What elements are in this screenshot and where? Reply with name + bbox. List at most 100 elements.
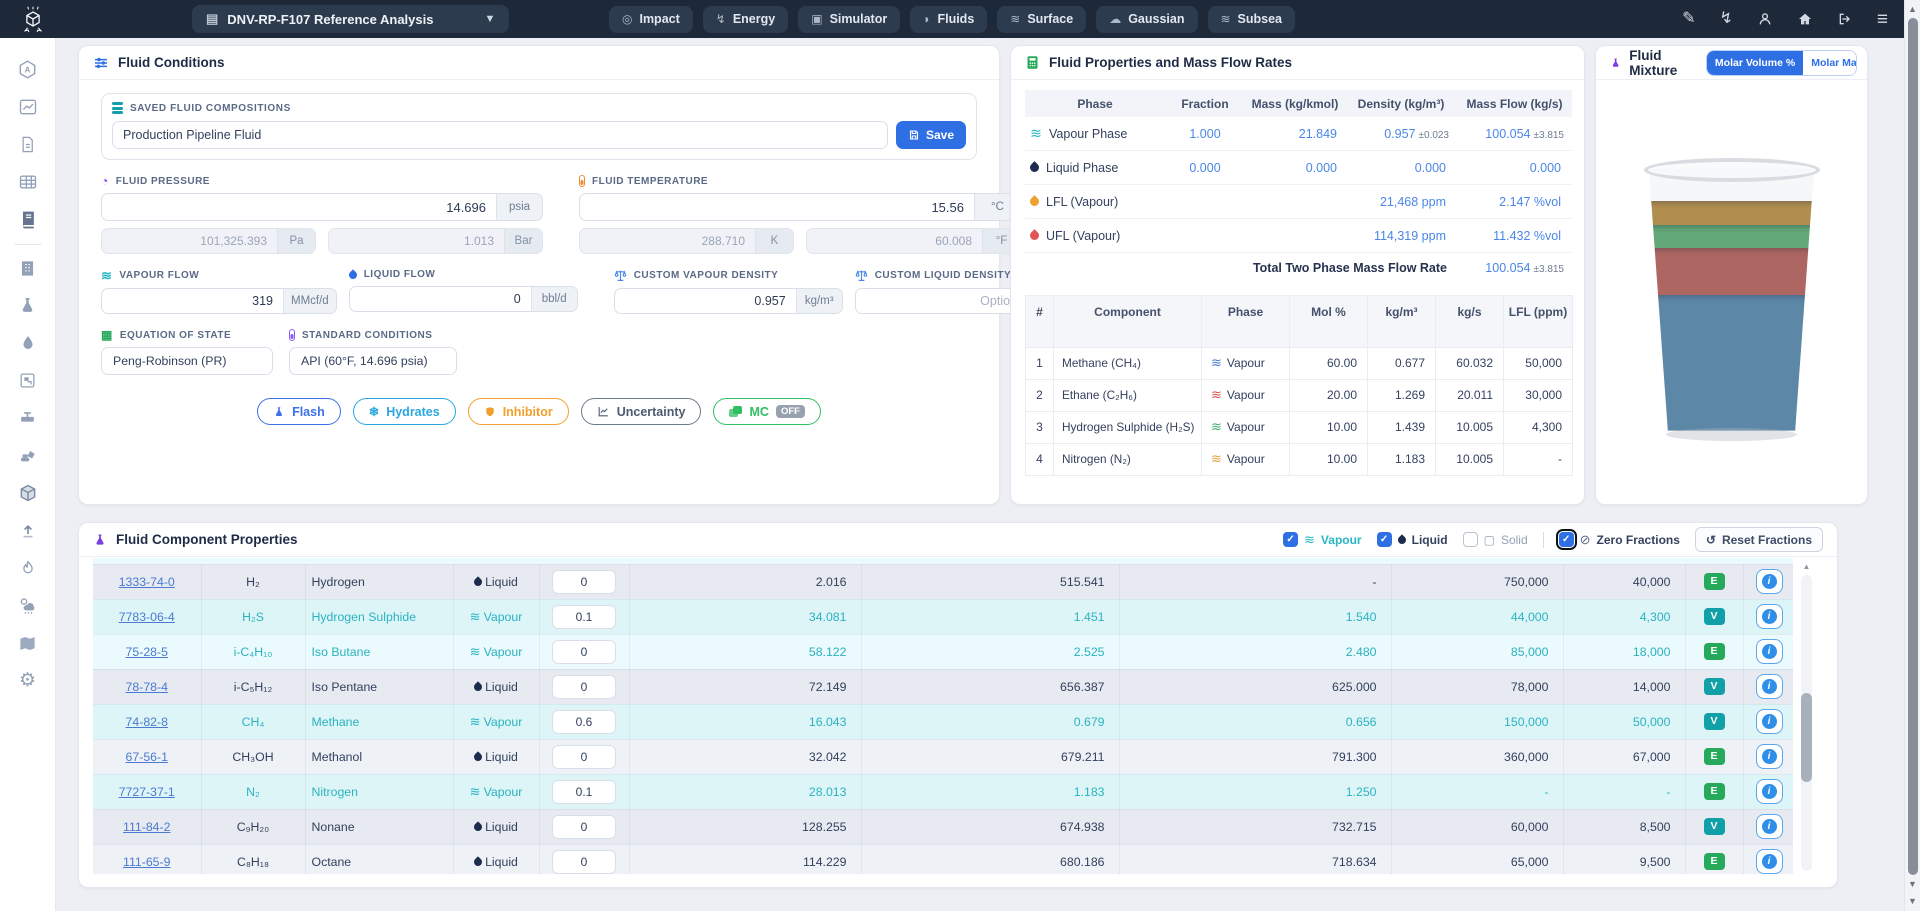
vapour-flow-input[interactable] [102,289,283,313]
phase-row: UFL (Vapour) 114,319 ppm 11.432 %vol [1025,218,1572,253]
info-button[interactable]: i [1755,674,1783,699]
weather-icon[interactable] [0,587,55,625]
filter-liquid-checkbox[interactable]: Liquid [1376,532,1448,547]
fraction-input[interactable] [552,674,616,699]
module-simulator[interactable]: ▣ Simulator [798,5,901,33]
inhibitor-button[interactable]: Inhibitor [467,398,569,425]
project-selector[interactable]: ▤ DNV-RP-F107 Reference Analysis ▼ [192,5,510,33]
cas-number-link[interactable]: 1333-74-0 [119,575,175,589]
vapour-icon: ≋ [469,643,481,659]
cube-icon[interactable] [0,475,55,513]
cas-number-link[interactable]: 78-78-4 [126,680,168,694]
document-icon[interactable] [0,126,55,164]
fraction-input[interactable] [552,779,616,804]
chart-line-icon[interactable] [0,89,55,127]
fraction-input[interactable] [552,604,616,629]
custom-vapour-density-input[interactable] [614,289,796,313]
building-icon[interactable] [0,250,55,288]
cas-number-link[interactable]: 67-56-1 [126,750,168,764]
cas-number-link[interactable]: 7783-06-4 [119,610,175,624]
fraction-input[interactable] [552,849,616,874]
liquid-flow-input[interactable] [349,287,531,311]
module-label: Fluids [937,12,975,26]
fraction-input[interactable] [552,709,616,734]
module-energy[interactable]: ↯ Energy [702,5,789,33]
module-gaussian[interactable]: ☁ Gaussian [1096,5,1198,33]
cas-number-link[interactable]: 75-28-5 [126,645,168,659]
vapour-icon: ≋ [1211,355,1222,370]
user-icon[interactable] [1757,11,1773,27]
calculator-icon: ▦ [101,328,113,342]
fraction-input[interactable] [552,569,616,594]
filter-solid-checkbox[interactable]: ▢ Solid [1462,532,1528,547]
reset-fractions-button[interactable]: ↺ Reset Fractions [1694,527,1823,552]
save-button[interactable]: Save [895,121,966,149]
map-icon[interactable] [0,625,55,663]
data-table-icon[interactable] [0,164,55,202]
scroll-up-icon[interactable]: ▲ [1905,5,1920,14]
zero-fractions-checkbox[interactable]: ⊘ Zero Fractions [1555,529,1680,550]
molar-mass-toggle[interactable]: Molar Mass % [1803,50,1856,75]
temperature-input[interactable] [580,194,974,220]
book-icon[interactable] [0,201,55,239]
monte-carlo-button[interactable]: MC OFF [713,398,821,425]
molar-volume-toggle[interactable]: Molar Volume % [1706,50,1804,75]
composition-name-input[interactable] [112,121,888,149]
checkbox[interactable] [1283,532,1299,547]
cas-number-link[interactable]: 74-82-8 [126,715,168,729]
info-button[interactable]: i [1755,604,1783,629]
flask-icon[interactable] [0,287,55,325]
phase-row: Vapour Phase 1.000 21.849 0.957±0.023 10… [1025,117,1572,151]
filters-divider [1542,531,1544,548]
excavator-icon[interactable] [0,437,55,475]
edit-icon[interactable]: ✎ [1682,11,1695,27]
home-icon[interactable] [1797,11,1813,27]
info-button[interactable]: i [1755,709,1783,734]
scroll-down-icon[interactable]: ▼ [1905,880,1920,889]
hydrates-button[interactable]: ❄ Hydrates [352,398,456,425]
droplet-icon[interactable] [0,325,55,363]
fraction-input[interactable] [552,814,616,839]
cas-number-link[interactable]: 111-65-9 [123,855,170,869]
flash-button[interactable]: Flash [257,398,341,425]
page-scrollbar-thumb[interactable] [1907,18,1918,875]
gear-icon[interactable]: ⚙ [0,662,55,700]
scroll-up-icon[interactable]: ▲ [1800,563,1813,571]
uncertainty-button[interactable]: Uncertainty [580,398,702,425]
scroll-down-icon[interactable]: ▼ [1905,897,1920,906]
module-impact[interactable]: ◎ Impact [608,5,693,33]
info-button[interactable]: i [1755,639,1783,664]
pressure-input[interactable] [102,194,496,220]
logout-icon[interactable] [1837,11,1853,27]
equation-of-state-select[interactable]: Peng-Robinson (PR) [101,347,273,375]
module-subsea[interactable]: ≋ Subsea [1207,5,1296,33]
checkbox[interactable] [1376,532,1392,547]
chart-icon [598,407,608,417]
module-fluids[interactable]: ◗ Fluids [910,5,988,33]
lightning-icon[interactable]: ↯ [1720,11,1733,27]
upload-icon[interactable] [0,512,55,550]
filter-vapour-checkbox[interactable]: ≋ Vapour [1283,532,1362,548]
cas-number-link[interactable]: 111-84-2 [123,820,170,834]
checkbox[interactable] [1462,532,1478,547]
menu-icon[interactable]: ≡ [1877,10,1888,29]
flame-icon[interactable] [0,550,55,588]
info-button[interactable]: i [1755,849,1783,874]
component-property-row: 7727-37-1 N₂ Nitrogen ≋Vapour 28.013 1.1… [93,774,1793,810]
table-scrollbar-thumb[interactable] [1801,693,1812,783]
fraction-input[interactable] [552,744,616,769]
info-button[interactable]: i [1755,569,1783,594]
valve-icon[interactable] [0,400,55,438]
flask-icon [96,533,104,545]
image-frame-icon[interactable] [0,362,55,400]
checkbox[interactable] [1555,529,1577,550]
info-button[interactable]: i [1755,779,1783,804]
module-surface[interactable]: ≋ Surface [997,5,1087,33]
info-button[interactable]: i [1755,744,1783,769]
phase-summary-table: Phase Fraction Mass (kg/kmol) Density (k… [1025,90,1572,283]
cas-number-link[interactable]: 7727-37-1 [119,785,175,799]
info-button[interactable]: i [1755,814,1783,839]
hexagon-a-icon[interactable]: A [0,51,55,89]
standard-conditions-select[interactable]: API (60°F, 14.696 psia) [289,347,457,375]
fraction-input[interactable] [552,639,616,664]
